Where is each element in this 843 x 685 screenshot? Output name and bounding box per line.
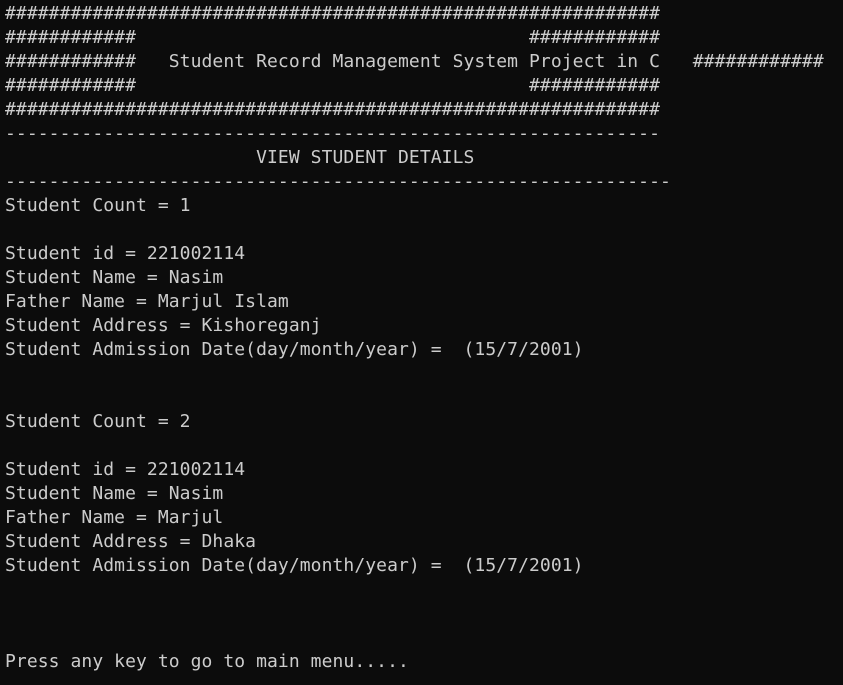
- father-name-line: Father Name = Marjul Islam: [5, 291, 289, 312]
- student-name-line: Student Name = Nasim: [5, 267, 224, 288]
- press-any-key-prompt: Press any key to go to main menu.....: [5, 651, 409, 672]
- admission-date-line: Student Admission Date(day/month/year) =…: [5, 555, 584, 576]
- banner-title: ############ Student Record Management S…: [5, 51, 824, 72]
- console-window[interactable]: ########################################…: [0, 0, 843, 685]
- banner-border-side: ############ ############: [5, 27, 661, 48]
- student-address-line: Student Address = Dhaka: [5, 531, 257, 552]
- admission-date-line: Student Admission Date(day/month/year) =…: [5, 339, 584, 360]
- father-name-line: Father Name = Marjul: [5, 507, 224, 528]
- student-count-line: Student Count = 1: [5, 195, 191, 216]
- student-address-line: Student Address = Kishoreganj: [5, 315, 322, 336]
- student-name-line: Student Name = Nasim: [5, 483, 224, 504]
- student-id-line: Student id = 221002114: [5, 459, 246, 480]
- banner-border-top: ########################################…: [5, 3, 661, 24]
- banner-border-bottom: ########################################…: [5, 99, 661, 120]
- divider-line: ----------------------------------------…: [5, 171, 671, 192]
- student-count-line: Student Count = 2: [5, 411, 191, 432]
- banner-border-side: ############ ############: [5, 75, 661, 96]
- section-heading: VIEW STUDENT DETAILS: [5, 147, 475, 168]
- divider-line: ----------------------------------------…: [5, 123, 661, 144]
- student-id-line: Student id = 221002114: [5, 243, 246, 264]
